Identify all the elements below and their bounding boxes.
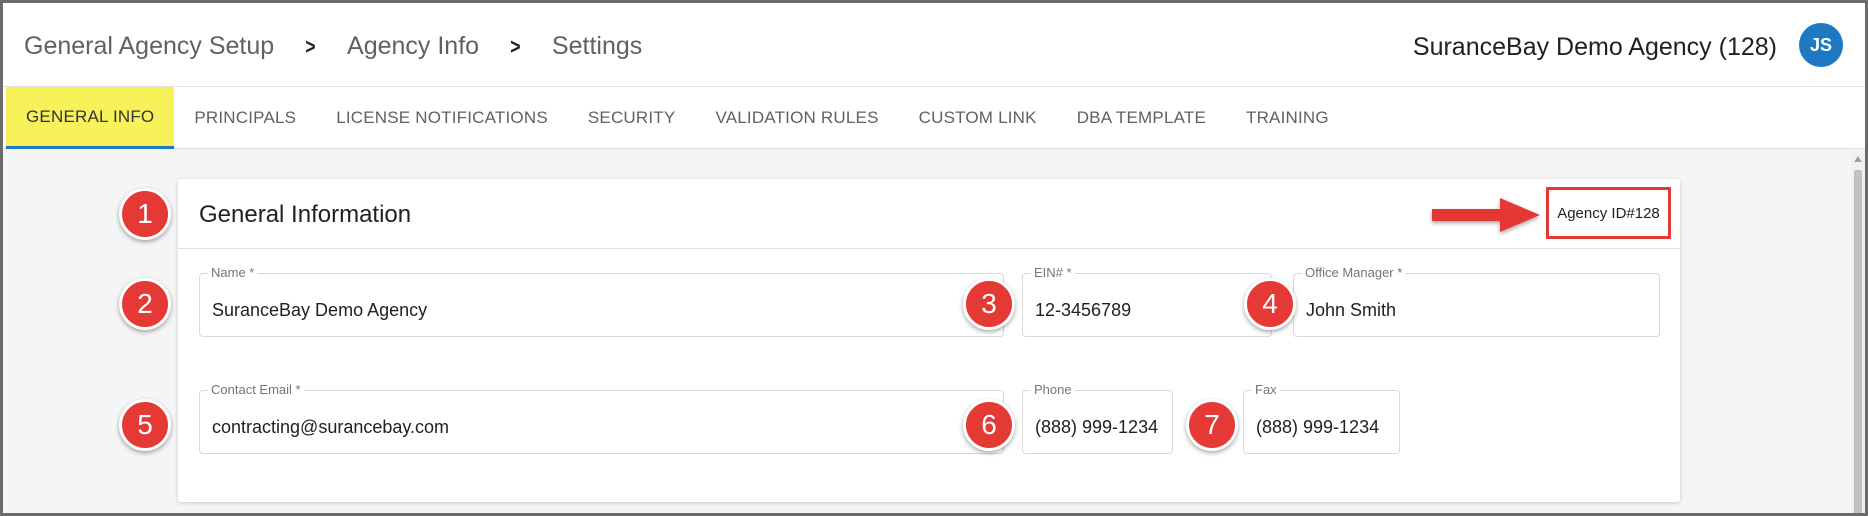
ein-field[interactable]: EIN# * 12-3456789 (1022, 265, 1272, 337)
office-manager-value: John Smith (1306, 300, 1397, 320)
breadcrumb-agency-info[interactable]: Agency Info (347, 32, 479, 61)
fax-field[interactable]: Fax (888) 999-1234 (1243, 382, 1400, 454)
name-value: SuranceBay Demo Agency (212, 300, 428, 320)
phone-label: Phone (1031, 382, 1075, 397)
tab-dba-template[interactable]: DBA TEMPLATE (1057, 87, 1226, 149)
annotation-marker-5: 5 (119, 399, 171, 451)
chevron-right-icon: > (510, 33, 521, 59)
contact-email-value: contracting@surancebay.com (212, 417, 450, 437)
annotation-marker-6: 6 (963, 399, 1015, 451)
settings-tabs: GENERAL INFO PRINCIPALS LICENSE NOTIFICA… (3, 87, 1865, 149)
scroll-up-arrow-icon[interactable] (1854, 156, 1862, 162)
vertical-scrollbar[interactable] (1851, 150, 1865, 513)
fax-label: Fax (1252, 382, 1280, 397)
annotation-marker-1: 1 (119, 188, 171, 240)
top-header: General Agency Setup > Agency Info > Set… (3, 3, 1865, 87)
agency-title: SuranceBay Demo Agency (128) (1412, 33, 1777, 61)
ein-label: EIN# * (1031, 265, 1075, 280)
tab-security[interactable]: SECURITY (568, 87, 696, 149)
name-field[interactable]: Name * SuranceBay Demo Agency (199, 265, 1004, 337)
tab-validation-rules[interactable]: VALIDATION RULES (695, 87, 898, 149)
tab-custom-link[interactable]: CUSTOM LINK (899, 87, 1057, 149)
office-manager-label: Office Manager * (1302, 265, 1406, 280)
phone-value: (888) 999-1234 (1035, 417, 1159, 437)
agency-id-text: Agency ID#128 (1557, 204, 1660, 222)
annotation-marker-4: 4 (1244, 278, 1296, 330)
tab-training[interactable]: TRAINING (1226, 87, 1349, 149)
scrollbar-thumb[interactable] (1854, 170, 1862, 513)
chevron-right-icon: > (305, 33, 316, 59)
user-avatar[interactable]: JS (1799, 23, 1843, 67)
tab-license-notifications[interactable]: LICENSE NOTIFICATIONS (316, 87, 568, 149)
annotation-marker-3: 3 (963, 278, 1015, 330)
phone-field[interactable]: Phone (888) 999-1234 (1022, 382, 1173, 454)
annotation-marker-7: 7 (1186, 399, 1238, 451)
name-label: Name * (208, 265, 258, 280)
breadcrumb: General Agency Setup > Agency Info > Set… (24, 32, 642, 61)
contact-email-field[interactable]: Contact Email * contracting@surancebay.c… (199, 382, 1004, 454)
agency-id-badge: Agency ID#128 (1546, 187, 1671, 239)
breadcrumb-general-agency-setup[interactable]: General Agency Setup (24, 32, 274, 61)
tab-principals[interactable]: PRINCIPALS (174, 87, 316, 149)
annotation-marker-2: 2 (119, 278, 171, 330)
card-title: General Information (199, 201, 412, 228)
office-manager-field[interactable]: Office Manager * John Smith (1293, 265, 1660, 337)
ein-value: 12-3456789 (1035, 300, 1132, 320)
breadcrumb-settings: Settings (551, 32, 643, 60)
contact-email-label: Contact Email * (208, 382, 304, 397)
fax-value: (888) 999-1234 (1256, 417, 1380, 437)
annotation-arrow-icon (1432, 198, 1540, 232)
app-window: General Agency Setup > Agency Info > Set… (0, 0, 1868, 516)
tab-general-info[interactable]: GENERAL INFO (6, 87, 175, 149)
